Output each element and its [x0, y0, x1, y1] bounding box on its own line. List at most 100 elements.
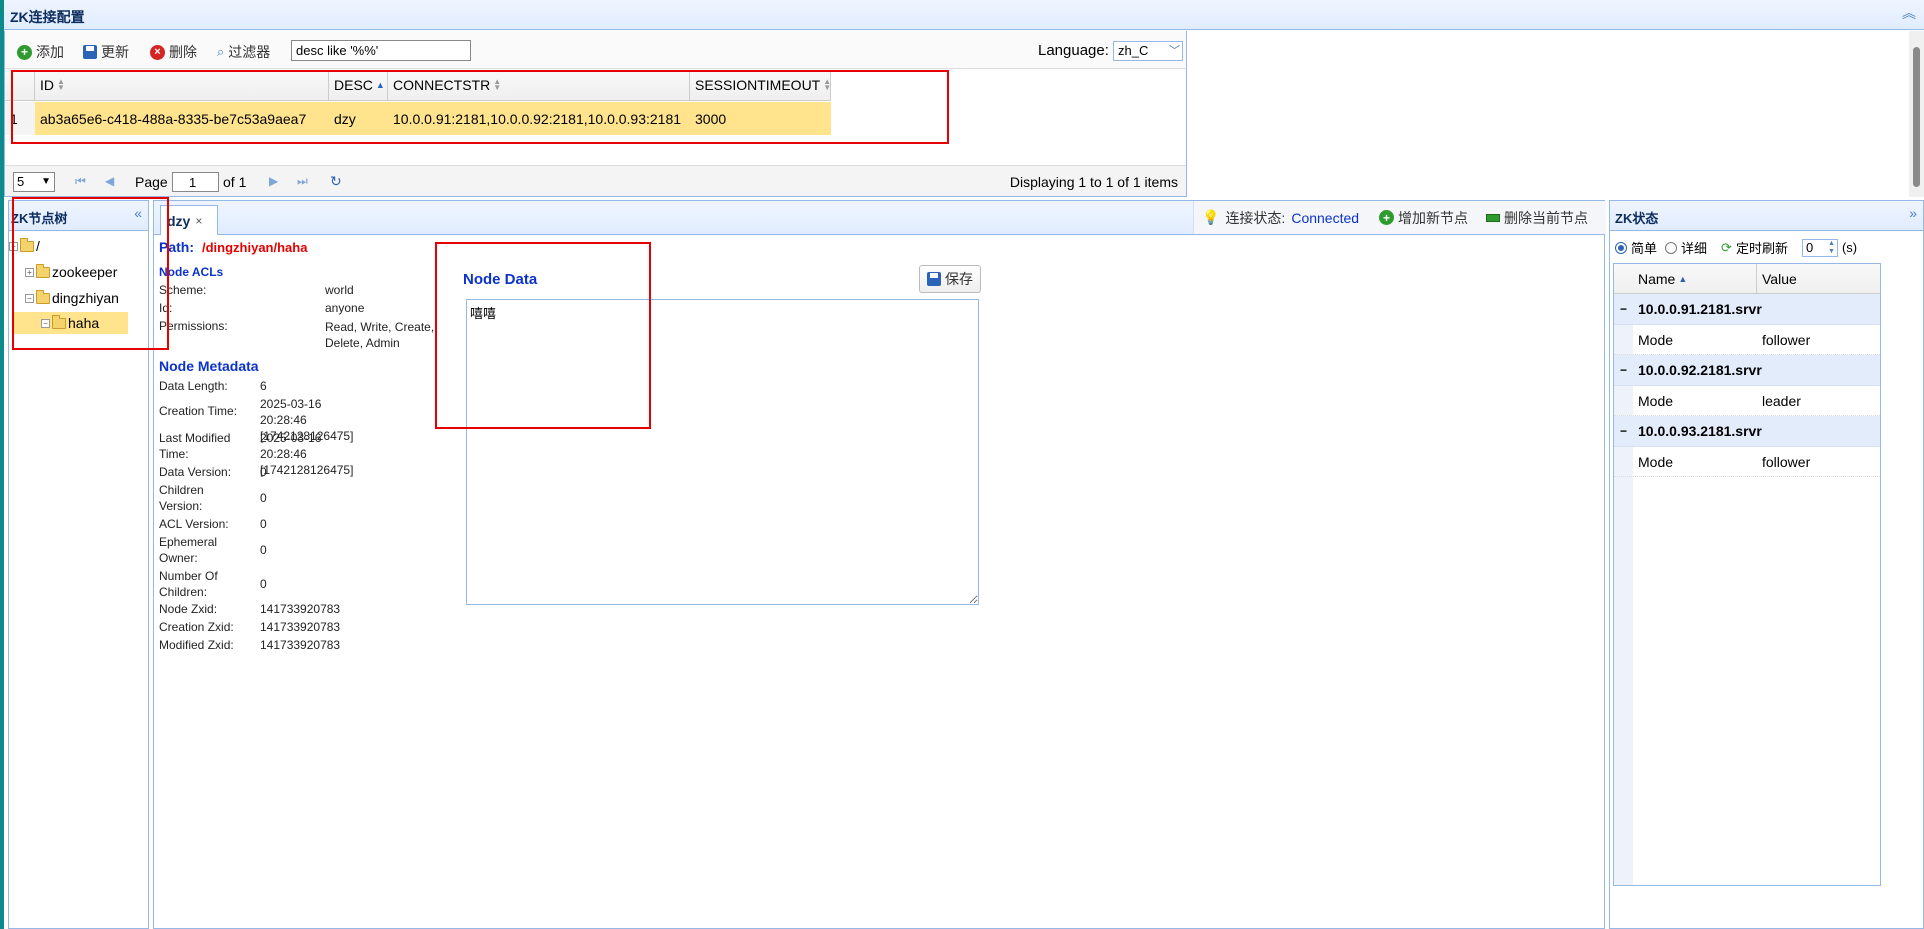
spinner-arrows-icon[interactable]: ▲ ▼ — [1828, 240, 1835, 256]
row-number: 1 — [5, 102, 35, 135]
column-header-sessiontimeout[interactable]: SESSIONTIMEOUT ▲ ▼ — [690, 70, 831, 100]
cell-sessiontimeout: 3000 — [690, 102, 831, 135]
tree-panel: ZK节点树 « − / + zookeeper − dingzhiyan − haha — [8, 200, 149, 929]
column-header-value[interactable]: Value — [1757, 264, 1882, 293]
radio-simple-label: 简单 — [1631, 241, 1658, 256]
radio-simple[interactable] — [1615, 241, 1627, 254]
page-size-select[interactable]: 5 ▼ — [13, 172, 55, 192]
meta-value: 141733920783 — [260, 620, 341, 634]
close-icon[interactable]: × — [195, 214, 202, 228]
node-data-title: Node Data — [463, 271, 538, 288]
page-size-value: 5 — [17, 174, 25, 189]
last-page-icon[interactable]: ⏭ — [297, 174, 308, 189]
grid-toolbar: + 添加 更新 × 删除 ⌕ 过滤器 Language: zh_C ﹀ — [5, 31, 1186, 69]
collapse-left-icon[interactable]: « — [134, 205, 142, 221]
page-input[interactable] — [172, 172, 219, 192]
refresh-icon[interactable]: ↻ — [330, 173, 342, 190]
folder-icon — [36, 289, 50, 304]
node-data-textarea[interactable]: 嘻嘻 — [466, 299, 979, 605]
collapse-icon[interactable]: − — [25, 293, 34, 303]
acl-id-label: Id: — [159, 301, 173, 315]
meta-label: Last Modified Time: — [159, 431, 231, 461]
add-node-button[interactable]: + 增加新节点 — [1379, 208, 1468, 228]
meta-value: 2025-03-16 20:28:46 [1742128126475] — [260, 431, 354, 477]
tree-node-label: / — [36, 238, 40, 254]
folder-icon — [20, 237, 34, 252]
radio-detail[interactable] — [1665, 241, 1678, 254]
language-label: Language: — [1038, 42, 1109, 59]
next-page-icon[interactable]: ▶ — [269, 174, 278, 188]
folder-icon — [52, 314, 66, 329]
acl-permissions-label: Permissions: — [159, 319, 228, 333]
collapse-icon[interactable]: − — [1614, 424, 1633, 438]
save-node-button[interactable]: 保存 — [919, 265, 981, 293]
status-group[interactable]: − 10.0.0.93.2181.srvr — [1614, 416, 1880, 447]
page-count: of 1 — [223, 174, 247, 190]
expand-icon[interactable]: + — [25, 267, 34, 277]
sort-icon: ▲ ▼ — [57, 77, 65, 92]
add-icon: + — [17, 44, 32, 60]
page-label: Page — [135, 174, 168, 190]
tab-dzy[interactable]: dzy × — [160, 205, 218, 235]
connection-grid-panel: + 添加 更新 × 删除 ⌕ 过滤器 Language: zh_C ﹀ ID▲▼… — [4, 31, 1187, 197]
add-button[interactable]: + 添加 — [17, 42, 64, 62]
list-item: Mode follower — [1614, 447, 1880, 477]
sort-asc-icon: ▲ — [375, 80, 385, 90]
meta-value: 0 — [260, 465, 267, 479]
column-header-connectstr[interactable]: CONNECTSTR ▲ ▼ — [388, 70, 690, 100]
column-header-desc-label: DESC — [334, 77, 373, 93]
meta-value: 0 — [260, 517, 267, 531]
add-icon: + — [1379, 210, 1395, 225]
path-label: Path: — [159, 239, 194, 255]
meta-value: 141733920783 — [260, 602, 341, 616]
collapse-up-icon[interactable]: ︽ — [1902, 3, 1916, 23]
status-item-name: Mode — [1638, 331, 1674, 348]
column-header-id[interactable]: ID ▲ ▼ — [35, 70, 329, 100]
status-group[interactable]: − 10.0.0.92.2181.srvr — [1614, 355, 1880, 386]
first-page-icon[interactable]: ⏮ — [75, 174, 86, 189]
tree-node-root[interactable]: − / — [9, 235, 40, 257]
filter-button[interactable]: ⌕ 过滤器 — [217, 42, 270, 62]
collapse-icon[interactable]: − — [1614, 363, 1633, 377]
center-panel: dzy × 💡 连接状态: Connected + 增加新节点 删除当前节点 Pa… — [153, 200, 1606, 929]
add-label: 添加 — [36, 44, 64, 60]
sort-icon: ▲ ▼ — [823, 77, 831, 92]
status-group[interactable]: − 10.0.0.91.2181.srvr — [1614, 294, 1880, 325]
table-row[interactable]: 1 ab3a65e6-c418-488a-8335-be7c53a9aea7 d… — [5, 102, 831, 135]
collapse-right-icon[interactable]: » — [1909, 205, 1917, 221]
tree-node-haha[interactable]: − haha — [12, 312, 128, 334]
collapse-icon[interactable]: − — [9, 241, 18, 251]
save-icon — [83, 45, 97, 59]
delete-button[interactable]: × 删除 — [150, 42, 197, 62]
folder-icon — [36, 263, 50, 278]
collapse-icon[interactable]: − — [1614, 302, 1633, 316]
vertical-scrollbar[interactable] — [1909, 31, 1924, 197]
status-item-name: Mode — [1638, 453, 1674, 470]
status-property-grid: Name ▲ Value − 10.0.0.91.2181.srvr Mode f… — [1613, 263, 1881, 886]
meta-label: Creation Time: — [159, 404, 238, 418]
column-header-name[interactable]: Name ▲ — [1633, 264, 1757, 293]
add-node-label: 增加新节点 — [1398, 209, 1469, 226]
acl-permissions-value: Read, Write, Create, Delete, Admin — [325, 320, 435, 350]
column-header-desc[interactable]: DESC ▲ — [329, 70, 388, 100]
language-select[interactable]: zh_C ﹀ — [1113, 41, 1183, 61]
save-icon — [927, 272, 941, 286]
meta-label: Creation Zxid: — [159, 620, 234, 634]
update-button[interactable]: 更新 — [83, 42, 129, 62]
refresh-spinner[interactable]: 0 ▲ ▼ — [1801, 238, 1838, 257]
tree-node-zookeeper[interactable]: + zookeeper — [25, 261, 117, 283]
tree-node-label: zookeeper — [52, 264, 118, 280]
filter-input[interactable] — [291, 40, 471, 61]
scrollbar-thumb[interactable] — [1913, 47, 1920, 187]
meta-value: 6 — [260, 379, 267, 393]
grid-header: ID ▲ ▼ DESC ▲ CONNECTSTR ▲ ▼ SESSIONTIMEOUT ▲ ▼ — [5, 70, 831, 101]
tree-panel-title: ZK节点树 — [11, 211, 68, 226]
status-item-value: follower — [1762, 453, 1811, 470]
filter-label: 过滤器 — [228, 44, 271, 60]
prev-page-icon[interactable]: ◀ — [105, 174, 114, 188]
delete-node-button[interactable]: 删除当前节点 — [1486, 208, 1588, 228]
metadata-title: Node Metadata — [159, 358, 259, 374]
status-group-label: 10.0.0.92.2181.srvr — [1638, 362, 1762, 378]
tree-node-dingzhiyan[interactable]: − dingzhiyan — [25, 287, 119, 309]
grid-pager: 5 ▼ ⏮ ◀ Page of 1 ▶ ⏭ ↻ Displaying 1 to … — [5, 165, 1186, 196]
